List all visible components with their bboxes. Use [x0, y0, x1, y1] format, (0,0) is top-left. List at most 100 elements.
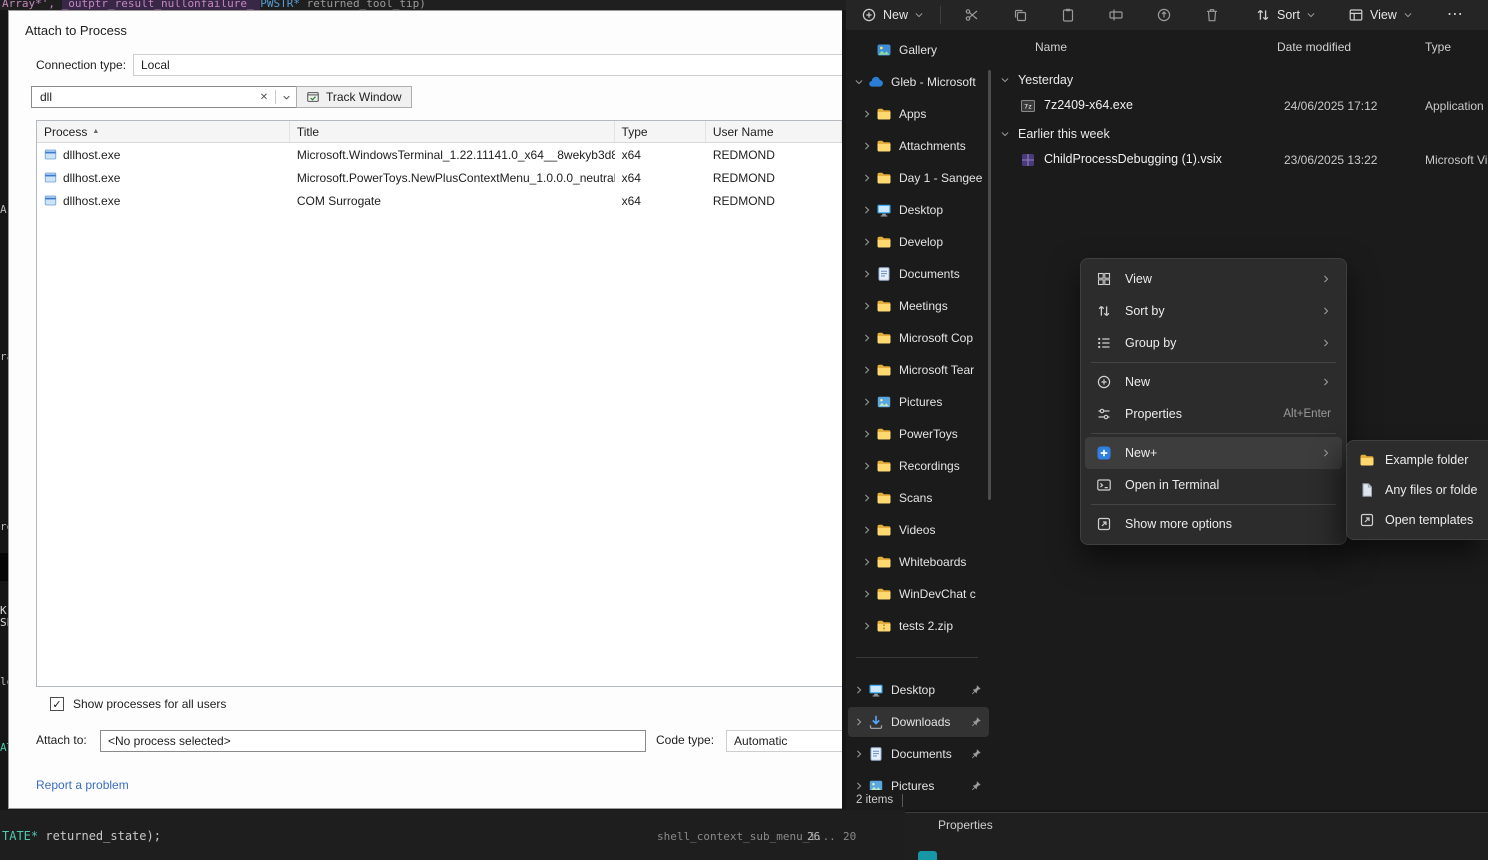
sidebar-item-pictures[interactable]: Pictures	[848, 387, 989, 417]
sidebar-item-videos[interactable]: Videos	[848, 515, 989, 545]
context-menu-item-open-in-terminal[interactable]: Open in Terminal	[1085, 469, 1342, 501]
zip-icon	[876, 618, 893, 634]
show-all-users-checkbox[interactable]: ✓	[50, 697, 64, 711]
context-menu-item-show-more-options[interactable]: Show more options	[1085, 508, 1342, 540]
sidebar-item-documents[interactable]: Documents	[848, 259, 989, 289]
attach-to-field[interactable]: <No process selected>	[100, 730, 646, 752]
chevron-down-icon[interactable]	[854, 77, 866, 87]
sidebar-item-pictures[interactable]: Pictures	[848, 771, 989, 790]
chevron-right-icon[interactable]	[862, 109, 874, 119]
context-menu-item-sort-by[interactable]: Sort by	[1085, 295, 1342, 327]
process-row[interactable]: dllhost.exeMicrosoft.PowerToys.NewPlusCo…	[37, 166, 842, 189]
paste-button[interactable]	[1051, 3, 1085, 27]
process-name: dllhost.exe	[63, 148, 120, 162]
chevron-right-icon[interactable]	[862, 557, 874, 567]
code-token: returned_tool_tip)	[307, 0, 426, 10]
sidebar-item-desktop[interactable]: Desktop	[848, 675, 989, 705]
context-menu-item-new[interactable]: New	[1085, 366, 1342, 398]
sidebar-item-gallery[interactable]: Gallery	[848, 35, 989, 65]
context-menu: ViewSort byGroup by NewPropertiesAlt+Ente…	[1080, 258, 1347, 545]
context-menu-item-view[interactable]: View	[1085, 263, 1342, 295]
chevron-right-icon[interactable]	[862, 589, 874, 599]
chevron-right-icon[interactable]	[862, 397, 874, 407]
file-type: Application	[1425, 99, 1484, 113]
file-row[interactable]: ChildProcessDebugging (1).vsix23/06/2025…	[992, 148, 1488, 172]
sidebar-item-develop[interactable]: Develop	[848, 227, 989, 257]
context-menu-item-new[interactable]: New+	[1085, 437, 1342, 469]
group-header-earlier-this-week[interactable]: Earlier this week	[1000, 124, 1110, 144]
code-type-select[interactable]: Automatic	[726, 730, 842, 752]
sidebar-item-recordings[interactable]: Recordings	[848, 451, 989, 481]
sidebar-item-powertoys[interactable]: PowerToys	[848, 419, 989, 449]
cut-button[interactable]	[955, 3, 989, 27]
chevron-right-icon[interactable]	[854, 685, 866, 695]
sidebar-item-scans[interactable]: Scans	[848, 483, 989, 513]
chevron-right-icon[interactable]	[862, 205, 874, 215]
sidebar-item-downloads[interactable]: Downloads	[848, 707, 989, 737]
submenu-item-open-templates[interactable]: Open templates	[1351, 505, 1484, 535]
column-header-name[interactable]: Name	[1035, 40, 1067, 58]
delete-button[interactable]	[1195, 3, 1229, 27]
column-header-process[interactable]: Process▲	[37, 121, 290, 142]
chevron-right-icon[interactable]	[862, 269, 874, 279]
chevron-right-icon[interactable]	[862, 237, 874, 247]
sidebar-item-microsoft-tear[interactable]: Microsoft Tear	[848, 355, 989, 385]
sort-button[interactable]: Sort	[1246, 3, 1325, 27]
chevron-right-icon[interactable]	[862, 429, 874, 439]
new-button[interactable]: New	[852, 3, 933, 27]
column-header-type[interactable]: Type	[615, 121, 706, 142]
more-options-button[interactable]: ⋯	[1438, 3, 1472, 27]
chevron-right-icon[interactable]	[862, 461, 874, 471]
column-header-user-name[interactable]: User Name	[706, 121, 842, 142]
rename-button[interactable]	[1099, 3, 1133, 27]
chevron-right-icon[interactable]	[862, 173, 874, 183]
sidebar-item-attachments[interactable]: Attachments	[848, 131, 989, 161]
column-header-title[interactable]: Title	[290, 121, 615, 142]
process-filter-input[interactable]: dll ✕	[31, 86, 297, 108]
code-line: TATE* returned_state);	[2, 829, 161, 843]
sidebar-item-meetings[interactable]: Meetings	[848, 291, 989, 321]
copy-button[interactable]	[1003, 3, 1037, 27]
sidebar-item-microsoft-cop[interactable]: Microsoft Cop	[848, 323, 989, 353]
sidebar-item-windevchat-c[interactable]: WinDevChat c	[848, 579, 989, 609]
sidebar-item-documents[interactable]: Documents	[848, 739, 989, 769]
column-header-date-modified[interactable]: Date modified	[1277, 40, 1351, 58]
chevron-down-icon[interactable]	[276, 93, 296, 102]
chevron-right-icon[interactable]	[854, 749, 866, 759]
column-header-type[interactable]: Type	[1425, 40, 1451, 58]
chevron-right-icon[interactable]	[862, 525, 874, 535]
chevron-right-icon[interactable]	[854, 781, 866, 790]
view-button[interactable]: View	[1339, 3, 1422, 27]
menu-separator	[1091, 504, 1336, 505]
process-row[interactable]: dllhost.exeMicrosoft.WindowsTerminal_1.2…	[37, 143, 842, 166]
connection-type-select[interactable]: Local	[133, 54, 842, 76]
sidebar-item-apps[interactable]: Apps	[848, 99, 989, 129]
chevron-right-icon[interactable]	[862, 365, 874, 375]
chevron-right-icon[interactable]	[862, 621, 874, 631]
sidebar-scrollbar[interactable]	[988, 70, 991, 500]
chevron-right-icon[interactable]	[862, 141, 874, 151]
sidebar-item-tests-2-zip[interactable]: tests 2.zip	[848, 611, 989, 641]
share-button[interactable]	[1147, 3, 1181, 27]
pin-icon	[970, 748, 982, 760]
chevron-right-icon[interactable]	[862, 301, 874, 311]
report-problem-link[interactable]: Report a problem	[36, 778, 129, 792]
context-menu-item-properties[interactable]: PropertiesAlt+Enter	[1085, 398, 1342, 430]
track-window-button[interactable]: Track Window	[296, 86, 412, 108]
submenu-item-example-folder[interactable]: Example folder	[1351, 445, 1484, 475]
sidebar-item-whiteboards[interactable]: Whiteboards	[848, 547, 989, 577]
sidebar-item-day-1-sangee[interactable]: Day 1 - Sangee	[848, 163, 989, 193]
chevron-right-icon[interactable]	[862, 493, 874, 503]
process-row[interactable]: dllhost.exeCOM Surrogatex64REDMOND	[37, 189, 842, 212]
clear-filter-icon[interactable]: ✕	[253, 92, 275, 103]
group-header-yesterday[interactable]: Yesterday	[1000, 70, 1073, 90]
context-menu-item-group-by[interactable]: Group by	[1085, 327, 1342, 359]
chevron-right-icon[interactable]	[862, 333, 874, 343]
desktop-icon	[876, 202, 893, 218]
sidebar-item-gleb-microsoft[interactable]: Gleb - Microsoft	[848, 67, 989, 97]
file-row[interactable]: 7z7z2409-x64.exe24/06/2025 17:12Applicat…	[992, 94, 1488, 118]
sidebar-item-desktop[interactable]: Desktop	[848, 195, 989, 225]
chevron-right-icon[interactable]	[854, 717, 866, 727]
filter-value: dll	[32, 90, 253, 104]
submenu-item-any-files-or-folde[interactable]: Any files or folde	[1351, 475, 1484, 505]
